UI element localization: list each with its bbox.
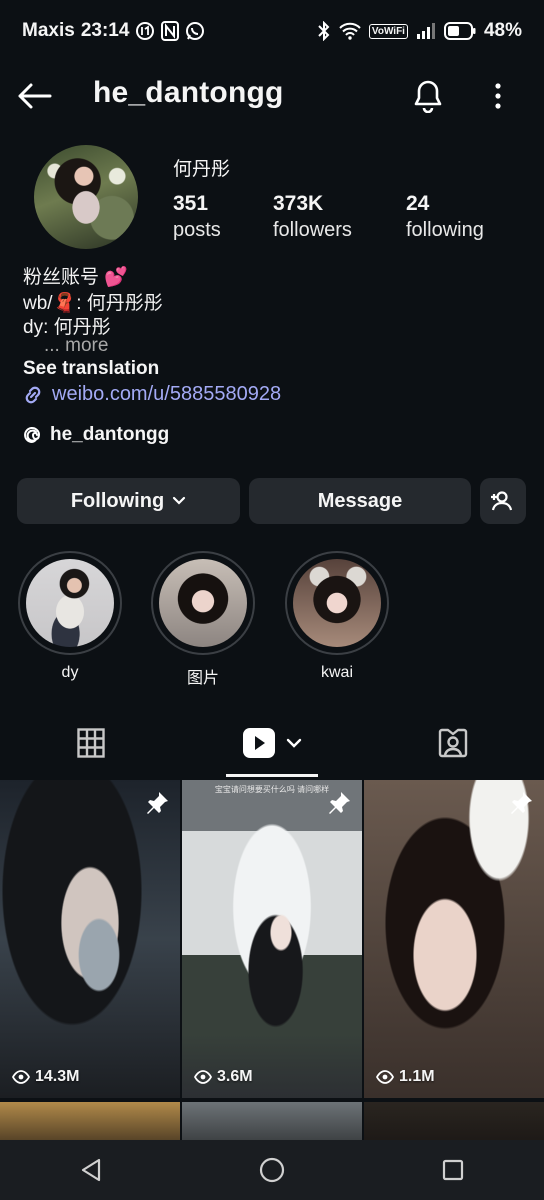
eye-icon [194, 1070, 212, 1084]
posts-label: posts [173, 219, 221, 241]
avatar-image [34, 145, 138, 249]
story-highlight[interactable]: kwai [284, 551, 390, 682]
highlight-ring [18, 551, 122, 655]
highlight-label: kwai [320, 664, 353, 681]
bio-link-text: weibo.com/u/5885580928 [52, 383, 282, 405]
status-right: VoWiFi 48% [317, 20, 522, 42]
nfc-icon [161, 21, 180, 41]
chevron-down-icon [173, 496, 186, 505]
nav-back-button[interactable] [0, 1140, 181, 1200]
highlight-cover [159, 559, 247, 647]
signal-icon [416, 22, 436, 40]
kebab-icon [495, 83, 501, 109]
following-button-label: Following [70, 489, 165, 512]
following-label: following [406, 219, 484, 241]
vowifi-badge: VoWiFi [368, 23, 408, 39]
threads-badge[interactable]: he_dantongg [22, 424, 169, 446]
clock: 23:14 [80, 20, 130, 41]
bio-link[interactable]: weibo.com/u/5885580928 [22, 383, 281, 406]
carrier-label: Maxis [22, 20, 75, 41]
message-button-label: Message [317, 489, 403, 512]
highlight-cover [26, 559, 114, 647]
following-stat[interactable]: 24 following [406, 192, 484, 242]
status-left: Maxis 23:14 [22, 20, 205, 42]
chevron-down-icon [286, 738, 301, 748]
more-options-button[interactable] [480, 76, 516, 116]
view-count: 14.3M [12, 1068, 79, 1086]
posts-count: 351 [173, 192, 209, 215]
reels-icon [242, 728, 275, 758]
pin-icon [147, 792, 168, 814]
see-translation-link[interactable]: See translation [23, 358, 159, 380]
bio-line: 粉丝账号 💕 [23, 267, 128, 288]
tab-posts-grid[interactable] [0, 710, 181, 776]
view-count-text: 1.1M [399, 1068, 435, 1085]
pin-icon [511, 792, 532, 814]
bio-line: wb/🧣: 何丹彤彤 [23, 293, 163, 314]
followers-count: 373K [273, 192, 324, 215]
following-button[interactable]: Following [17, 478, 240, 524]
highlight-label: 图片 [186, 670, 219, 687]
display-name: 何丹彤 [173, 159, 231, 180]
grid-icon [76, 728, 105, 758]
header-username: he_dantongg [93, 76, 284, 109]
link-icon [25, 386, 41, 403]
battery-percent: 48% [483, 20, 522, 41]
threads-handle: he_dantongg [50, 424, 170, 445]
data-saver-icon [135, 21, 155, 41]
view-count-text: 14.3M [35, 1068, 80, 1085]
pin-icon [329, 792, 350, 814]
circle-home-icon [259, 1157, 285, 1183]
story-highlight[interactable]: 图片 [150, 551, 256, 688]
story-highlight[interactable]: dy [17, 551, 123, 682]
square-recents-icon [443, 1159, 464, 1181]
view-count: 1.1M [376, 1068, 435, 1086]
nav-recents-button[interactable] [363, 1140, 544, 1200]
whatsapp-icon [185, 21, 205, 41]
suggested-users-button[interactable] [480, 478, 526, 524]
arrow-left-icon [18, 83, 52, 109]
back-button[interactable] [14, 78, 54, 114]
followers-label: followers [273, 219, 352, 241]
battery-icon [443, 22, 476, 40]
status-bar: Maxis 23:14 VoWiFi 48% [0, 0, 544, 64]
highlight-cover [293, 559, 381, 647]
add-user-icon [491, 491, 513, 511]
highlight-ring [151, 551, 255, 655]
system-nav-bar [0, 1140, 544, 1200]
highlight-ring [285, 551, 389, 655]
followers-stat[interactable]: 373K followers [273, 192, 352, 242]
threads-icon [24, 427, 41, 444]
reel-thumbnail[interactable]: 14.3M [0, 780, 180, 1098]
triangle-back-icon [81, 1158, 100, 1182]
wifi-icon [339, 22, 361, 40]
reel-thumbnail[interactable]: 宝宝请问想要买什么吗 请问哪样 3.6M [182, 780, 362, 1098]
posts-stat[interactable]: 351 posts [173, 192, 221, 242]
bluetooth-icon [317, 21, 331, 41]
profile-header: he_dantongg [0, 64, 544, 128]
eye-icon [376, 1070, 394, 1084]
profile-avatar[interactable] [30, 145, 142, 249]
nav-home-button[interactable] [181, 1140, 362, 1200]
bio-more-link[interactable]: ... more [44, 335, 108, 357]
active-tab-indicator [226, 774, 318, 777]
notifications-button[interactable] [408, 76, 448, 116]
view-count: 3.6M [194, 1068, 253, 1086]
following-count: 24 [406, 192, 430, 215]
tab-tagged[interactable] [362, 710, 543, 776]
highlight-label: dy [61, 664, 79, 681]
reel-thumbnail[interactable]: 1.1M [364, 780, 544, 1098]
view-count-text: 3.6M [217, 1068, 253, 1085]
bell-icon [414, 80, 442, 113]
tagged-person-icon [438, 728, 467, 758]
message-button[interactable]: Message [249, 478, 471, 524]
tab-reels[interactable] [181, 710, 362, 776]
eye-icon [12, 1070, 30, 1084]
content-tabs [0, 710, 544, 778]
